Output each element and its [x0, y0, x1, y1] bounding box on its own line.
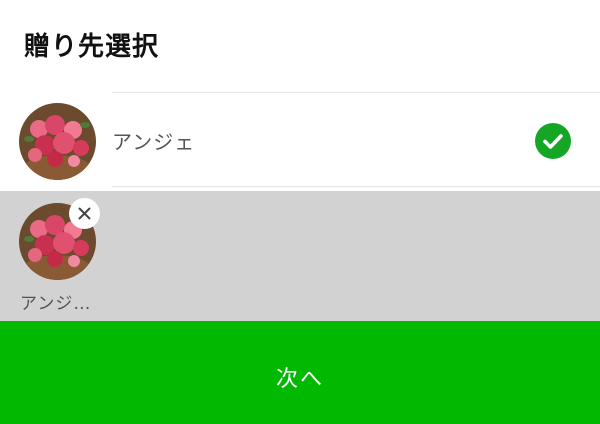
- next-button[interactable]: 次へ: [0, 321, 600, 424]
- close-icon: [78, 207, 91, 220]
- remove-recipient-button[interactable]: [69, 198, 100, 229]
- page-title: 贈り先選択: [24, 32, 160, 62]
- next-button-label: 次へ: [275, 366, 324, 391]
- gift-recipient-screen: 贈り先選択 アンジェ アンジ… 次へ: [0, 0, 600, 424]
- selected-recipients-tray: アンジ…: [0, 191, 600, 321]
- flower-bouquet-image: [19, 103, 96, 180]
- selected-check-icon[interactable]: [535, 123, 571, 159]
- header: 贈り先選択: [0, 0, 600, 92]
- friend-name: アンジェ: [112, 130, 196, 154]
- avatar: [19, 103, 96, 180]
- selected-recipient-name: アンジ…: [20, 294, 92, 314]
- friend-row[interactable]: アンジェ: [0, 93, 600, 187]
- divider: [112, 186, 600, 187]
- check-icon: [543, 134, 563, 149]
